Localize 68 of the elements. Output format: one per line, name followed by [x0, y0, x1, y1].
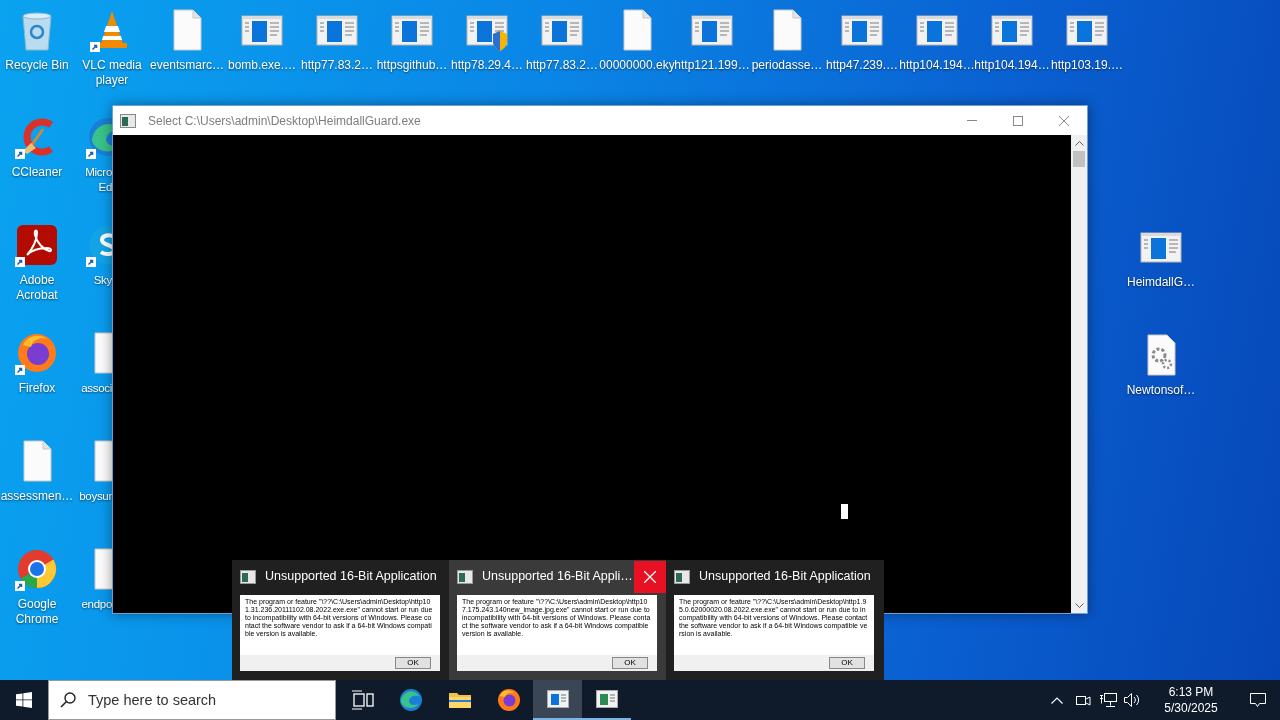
icon-label[interactable]: HeimdallG… [1127, 275, 1195, 290]
dialog-window-icon [240, 569, 256, 584]
icon-label[interactable]: http121.199… [674, 58, 750, 73]
search-field[interactable]: Type here to search [48, 680, 336, 720]
fox-globe-icon [496, 688, 521, 712]
thumbnail-title: Unsupported 16-Bit Application [699, 568, 871, 586]
dialog-window-icon [594, 687, 619, 711]
icon-label[interactable]: CCleaner [11, 165, 63, 180]
icon-label[interactable]: http78.29.4… [450, 58, 524, 73]
network-icon[interactable] [1099, 692, 1117, 708]
scroll-thumb[interactable] [1073, 151, 1085, 167]
ok-button[interactable]: OK [395, 657, 431, 669]
icon-label[interactable]: Micro Ed [75, 165, 112, 195]
icon-label[interactable]: httpsgithub… [376, 58, 448, 73]
icon-label[interactable]: periodasse… [751, 58, 823, 73]
console-window-icon [545, 687, 570, 711]
window-thumbnail[interactable] [449, 560, 666, 680]
notification-icon[interactable] [1249, 692, 1267, 708]
icon-label[interactable]: http47.239.… [825, 58, 899, 73]
chevron-up-icon[interactable] [1051, 696, 1063, 704]
icon-label[interactable]: assessmen… [0, 489, 74, 504]
scrollbar[interactable] [1071, 135, 1087, 613]
close-icon [644, 570, 656, 583]
clock-button[interactable]: 6:13 PM 5/30/2025 [1151, 684, 1231, 716]
console-window-icon [120, 113, 136, 128]
dialog-window-icon [457, 569, 473, 584]
close-icon [1059, 115, 1069, 126]
scroll-up-icon[interactable] [1074, 140, 1084, 146]
thumbnail-title: Unsupported 16-Bit Appli… [482, 568, 633, 586]
icon-label[interactable]: Firefox [18, 381, 56, 396]
icon-label[interactable]: Newtonsof… [1126, 383, 1196, 398]
icon-label[interactable]: http104.194… [899, 58, 975, 73]
clock-time: 6:13 PM [1168, 684, 1214, 700]
swirl-icon [398, 688, 423, 712]
scroll-down-icon[interactable] [1074, 603, 1084, 609]
browser-icon[interactable] [15, 547, 59, 591]
windows-logo-icon [16, 692, 32, 708]
icon-label[interactable]: boysur [75, 489, 112, 504]
dialog-window-icon [674, 569, 690, 584]
ok-button[interactable]: OK [612, 657, 648, 669]
document-icon[interactable] [15, 223, 59, 267]
minimize-icon [967, 120, 977, 121]
icon-label[interactable]: 00000000.eky [599, 58, 675, 73]
icon-label[interactable]: associ [75, 381, 112, 396]
task-view-icon [349, 688, 374, 712]
icon-label[interactable]: bomb.exe.… [227, 58, 296, 73]
icon-label[interactable]: Adobe Acrobat [2, 273, 72, 303]
icon-label[interactable]: endpo [75, 597, 112, 612]
icon-label[interactable]: Sky [75, 273, 112, 288]
icon-label[interactable]: eventsmarc… [150, 58, 224, 73]
icon-label[interactable]: Recycle Bin [5, 58, 69, 73]
speaker-icon[interactable] [1123, 692, 1141, 708]
clock-date: 5/30/2025 [1164, 700, 1218, 716]
icon-label[interactable]: http103.19.… [1050, 58, 1124, 73]
icon-label[interactable]: Google Chrome [2, 597, 72, 627]
text-cursor [841, 504, 848, 519]
window-title: Select C:\Users\admin\Desktop\HeimdallGuard.exe [148, 112, 421, 130]
icon-label[interactable]: VLC media player [77, 58, 147, 88]
ok-button[interactable]: OK [829, 657, 865, 669]
search-icon [60, 692, 76, 708]
fox-globe-icon[interactable] [15, 331, 59, 375]
thumbnail-title: Unsupported 16-Bit Application [265, 568, 437, 586]
maximize-icon [1013, 115, 1023, 126]
icon-label[interactable]: http104.194… [974, 58, 1050, 73]
icon-label[interactable]: http77.83.2… [300, 58, 374, 73]
taskbar-app-button[interactable] [533, 680, 582, 720]
close-button[interactable] [634, 560, 666, 593]
icon-label[interactable]: http77.83.2… [525, 58, 599, 73]
